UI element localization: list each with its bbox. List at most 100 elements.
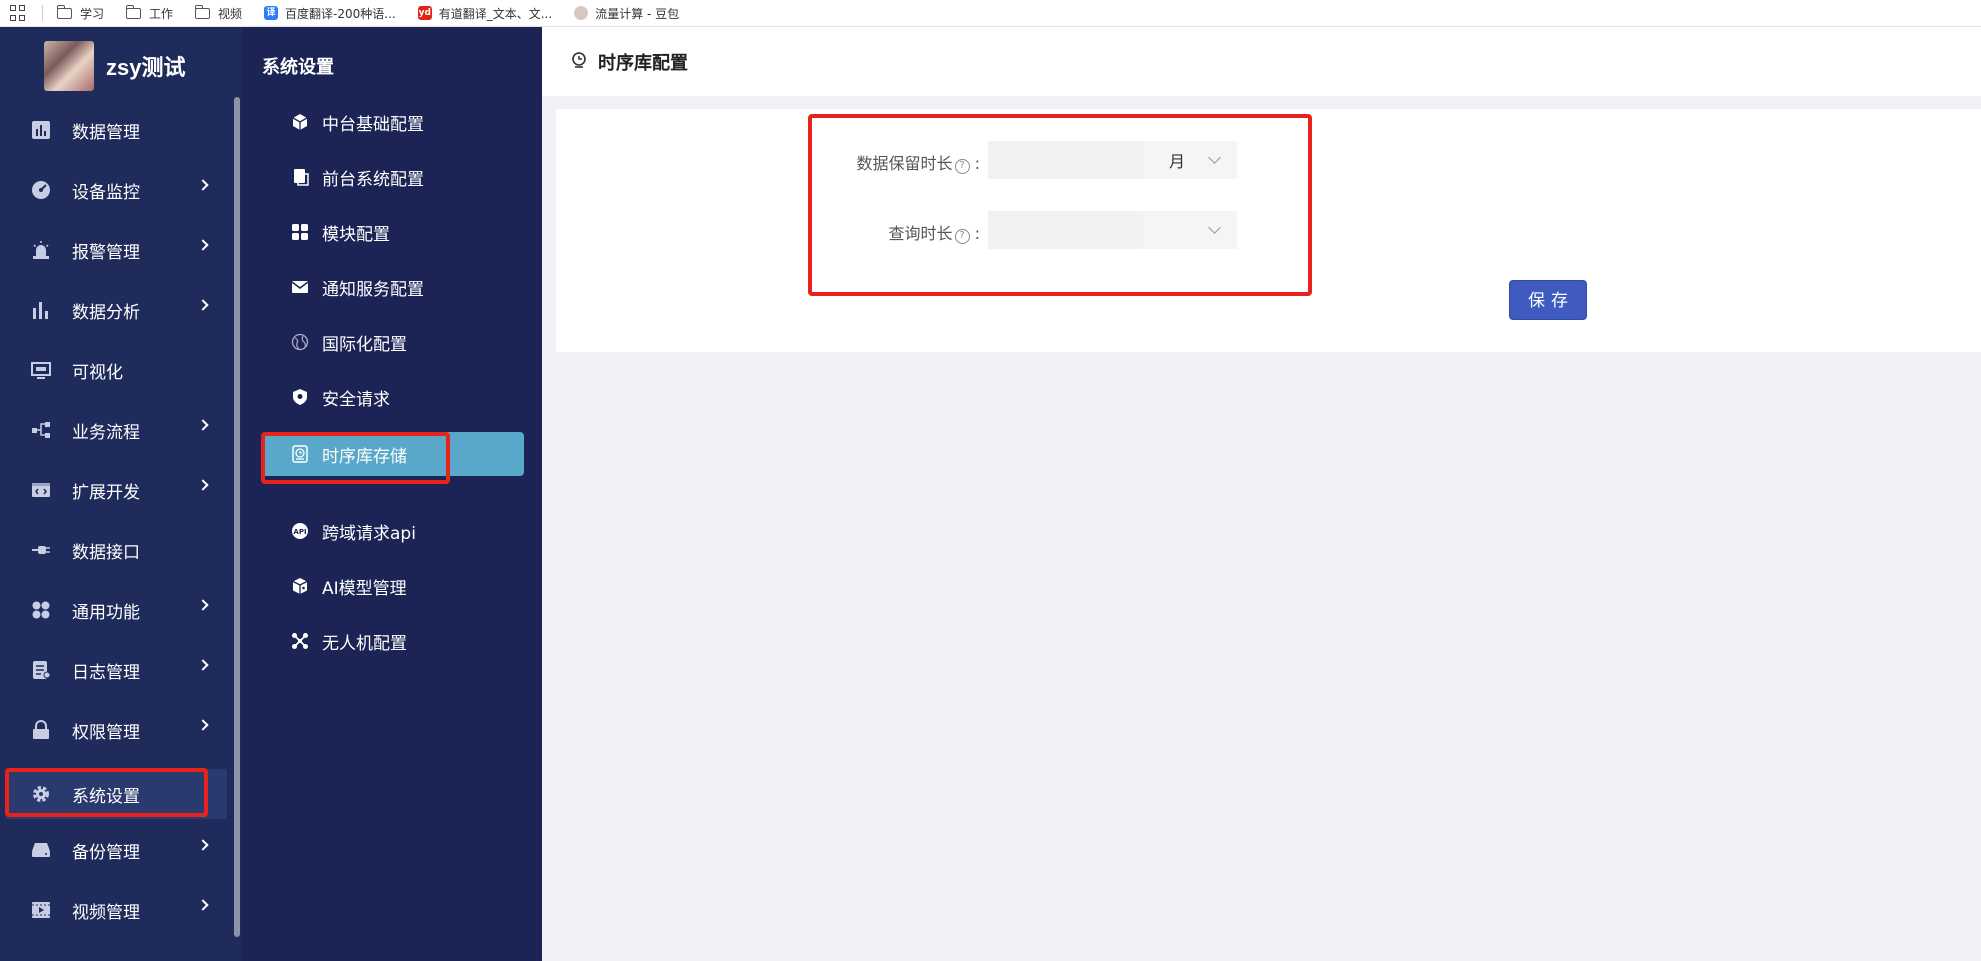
cube-icon [290, 112, 310, 132]
sidebar-item-label: 设备监控 [72, 182, 140, 203]
chevron-down-icon [1208, 221, 1221, 234]
retention-label: 数据保留时长? : [856, 154, 980, 174]
lock-icon [30, 719, 52, 741]
sidebar-item-label: 权限管理 [72, 722, 140, 743]
save-button[interactable]: 保存 [1509, 280, 1587, 320]
chevron-right-icon [197, 239, 209, 251]
flow-icon [30, 419, 52, 441]
subnav-item-frontend-config[interactable]: 前台系统配置 [262, 155, 524, 199]
video-icon [30, 899, 52, 921]
subnav-title: 系统设置 [262, 57, 334, 78]
subnav-item-timeseries-storage[interactable]: 时序库存储 [262, 432, 524, 476]
page-title: 时序库配置 [598, 53, 688, 74]
youdao-icon: yd [417, 6, 432, 20]
subnav-item-label: 通知服务配置 [322, 279, 424, 300]
folder-icon [56, 4, 72, 19]
shield-icon [290, 387, 310, 407]
sidebar-scrollbar[interactable] [234, 97, 240, 937]
subnav-item-label: AI模型管理 [322, 578, 407, 599]
subnav-item-label: 时序库存储 [322, 446, 407, 467]
analytics-icon [30, 299, 52, 321]
chevron-right-icon [197, 719, 209, 731]
chevron-right-icon [197, 479, 209, 491]
bookmark-video[interactable]: 视频 [194, 4, 242, 22]
bookmark-youdao[interactable]: yd 有道翻译_文本、文... [417, 5, 552, 22]
retention-input[interactable] [988, 141, 1143, 179]
sidebar-item-label: 扩展开发 [72, 482, 140, 503]
folder-icon [194, 4, 211, 19]
subnav-item-label: 中台基础配置 [322, 114, 424, 135]
subnav-item-security-request[interactable]: 安全请求 [262, 375, 524, 419]
sidebar-item-permission-management[interactable]: 权限管理 [6, 705, 227, 755]
sidebar-item-video-management[interactable]: 视频管理 [6, 885, 227, 935]
chevron-right-icon [197, 599, 209, 611]
sidebar-item-visualization[interactable]: 可视化 [6, 345, 227, 395]
sidebar-item-data-analysis[interactable]: 数据分析 [6, 285, 227, 335]
help-icon[interactable]: ? [954, 159, 970, 174]
bookmark-baidu-translate[interactable]: 译百度翻译-200种语... [264, 5, 396, 22]
sidebar-item-extension-dev[interactable]: 扩展开发 [6, 465, 227, 515]
subnav-item-label: 无人机配置 [322, 633, 407, 654]
clock-storage-icon [290, 444, 310, 464]
query-unit-select[interactable] [1143, 211, 1237, 249]
bookmark-work[interactable]: 工作 [125, 4, 173, 22]
folder-icon [125, 4, 142, 19]
retention-unit-select[interactable]: 月 [1143, 141, 1237, 179]
sidebar-item-label: 可视化 [72, 362, 123, 383]
subnav-item-label: 国际化配置 [322, 334, 407, 355]
svg-text:API: API [293, 528, 306, 536]
subnav-item-cors-api[interactable]: API 跨域请求api [262, 509, 524, 553]
query-input[interactable] [988, 211, 1143, 249]
gauge-icon [30, 179, 52, 201]
subnav-item-i18n-config[interactable]: 国际化配置 [262, 320, 524, 364]
sidebar-item-alarm-management[interactable]: 报警管理 [6, 225, 227, 275]
backup-icon [30, 839, 52, 861]
code-icon [30, 479, 52, 501]
subnav-item-ai-model[interactable]: AI模型管理 [262, 564, 524, 608]
subnav-item-label: 模块配置 [322, 224, 390, 245]
secondary-sidebar: 系统设置 中台基础配置 前台系统配置 模块配置 通知服务配置 国际化配置 安全请… [242, 27, 542, 961]
sidebar-item-label: 视频管理 [72, 902, 140, 923]
sidebar-item-backup-management[interactable]: 备份管理 [6, 825, 227, 875]
log-icon [30, 659, 52, 681]
sidebar-item-label: 业务流程 [72, 422, 140, 443]
monitor-icon [30, 359, 52, 381]
brand[interactable]: zsy测试 [0, 27, 242, 105]
sidebar-item-label: 通用功能 [72, 602, 140, 623]
sidebar-item-log-management[interactable]: 日志管理 [6, 645, 227, 695]
box-icon [290, 576, 310, 596]
sidebar-item-system-settings[interactable]: 系统设置 [6, 769, 227, 819]
bookmarks-separator [42, 5, 43, 21]
subnav-item-module-config[interactable]: 模块配置 [262, 210, 524, 254]
apps-grid-icon[interactable] [10, 5, 26, 21]
globe-icon [290, 332, 310, 352]
sidebar-item-business-flow[interactable]: 业务流程 [6, 405, 227, 455]
help-icon[interactable]: ? [954, 229, 970, 244]
subnav-item-drone-config[interactable]: 无人机配置 [262, 619, 524, 663]
sidebar-item-data-management[interactable]: 数据管理 [6, 105, 227, 155]
subnav-item-label: 安全请求 [322, 389, 390, 410]
main-header: 时序库配置 [542, 27, 1981, 96]
sidebar-item-label: 数据分析 [72, 302, 140, 323]
chevron-right-icon [197, 899, 209, 911]
sidebar-item-label: 系统设置 [72, 786, 140, 807]
subnav-item-label: 跨域请求api [322, 523, 416, 544]
mail-icon [290, 277, 310, 297]
sidebar-item-label: 日志管理 [72, 662, 140, 683]
timeseries-config-icon [572, 52, 586, 68]
sidebar-item-label: 报警管理 [72, 242, 140, 263]
bookmark-study[interactable]: 学习 [56, 4, 104, 22]
plug-icon [30, 539, 52, 561]
brand-name: zsy测试 [106, 55, 186, 80]
bookmark-doubao[interactable]: 流量计算 - 豆包 [574, 5, 679, 22]
sidebar-item-device-monitor[interactable]: 设备监控 [6, 165, 227, 215]
baidu-translate-icon: 译 [264, 6, 279, 20]
chevron-right-icon [197, 419, 209, 431]
sidebar-item-data-interface[interactable]: 数据接口 [6, 525, 227, 575]
subnav-item-platform-base-config[interactable]: 中台基础配置 [262, 100, 524, 144]
sidebar-item-general-functions[interactable]: 通用功能 [6, 585, 227, 635]
primary-sidebar: zsy测试 数据管理 设备监控 报警管理 数据分析 可视化 业务流程 扩展开发 … [0, 27, 242, 961]
chevron-right-icon [197, 659, 209, 671]
subnav-item-notification-config[interactable]: 通知服务配置 [262, 265, 524, 309]
chevron-right-icon [197, 299, 209, 311]
